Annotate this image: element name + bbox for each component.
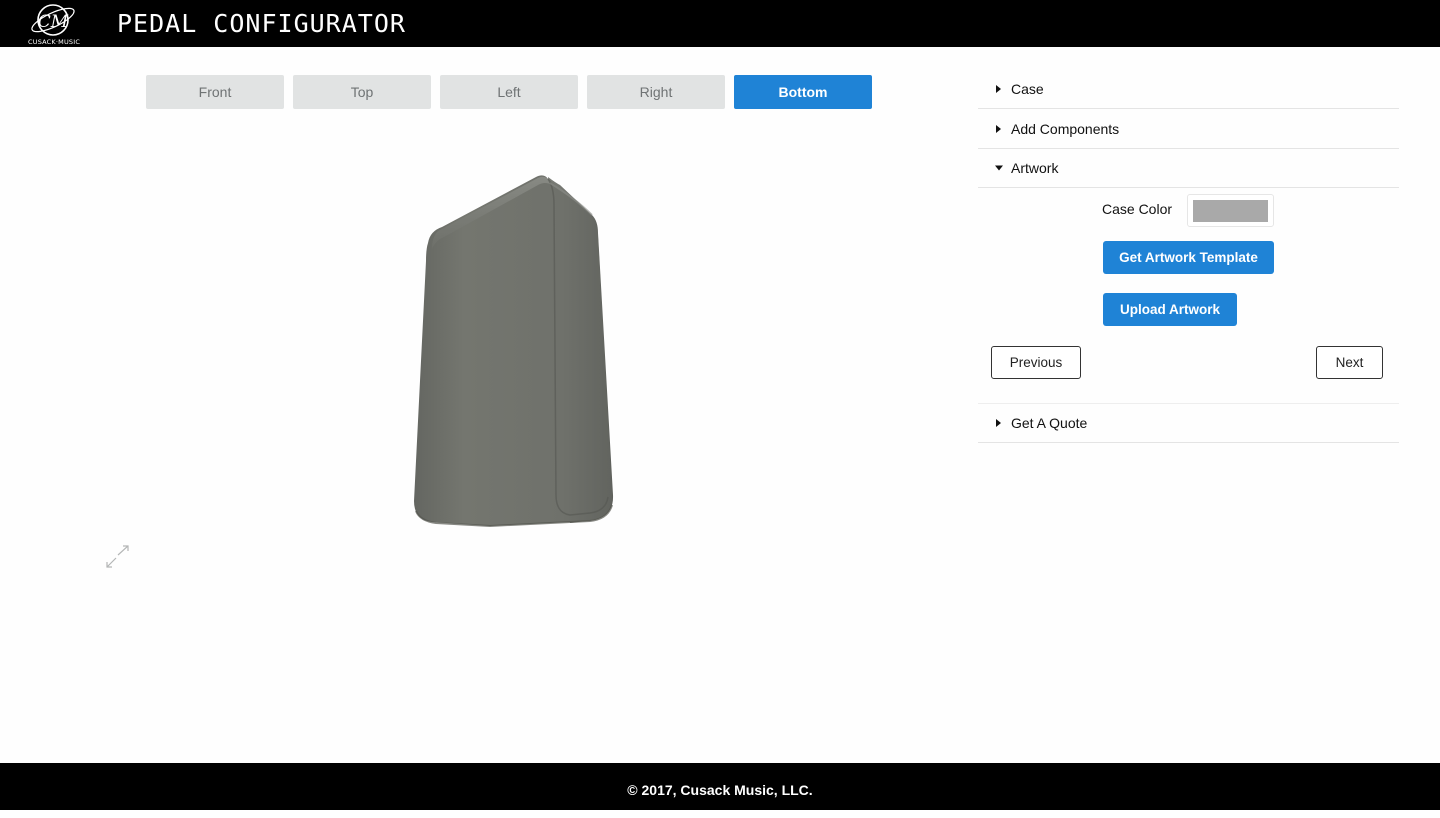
logo-emblem-icon: CM — [31, 4, 75, 36]
cusack-music-logo[interactable]: CM CUSACK·MUSIC — [28, 0, 81, 47]
app-header: CM CUSACK·MUSIC PEDAL CONFIGURATOR — [0, 0, 1440, 47]
next-button[interactable]: Next — [1316, 346, 1383, 379]
caret-right-icon — [996, 124, 1001, 133]
view-button-front[interactable]: Front — [146, 75, 284, 109]
case-color-swatch — [1193, 200, 1268, 222]
accordion-case[interactable]: Case — [978, 70, 1399, 109]
caret-right-icon — [996, 85, 1001, 93]
view-button-bottom[interactable]: Bottom — [734, 75, 872, 109]
get-artwork-template-button[interactable]: Get Artwork Template — [1103, 241, 1274, 274]
svg-text:CM: CM — [38, 12, 69, 32]
view-button-top[interactable]: Top — [293, 75, 431, 109]
accordion-artwork[interactable]: Artwork — [978, 149, 1399, 188]
pedal-3d-viewer[interactable] — [380, 165, 640, 545]
accordion-get-a-quote-label: Get A Quote — [1011, 415, 1088, 431]
case-color-label: Case Color — [1102, 201, 1173, 217]
caret-right-icon — [996, 419, 1001, 427]
accordion-artwork-label: Artwork — [1011, 160, 1059, 176]
fullscreen-icon[interactable] — [104, 543, 132, 571]
upload-artwork-button[interactable]: Upload Artwork — [1103, 293, 1237, 326]
accordion-add-components[interactable]: Add Components — [978, 109, 1399, 149]
page-footer: © 2017, Cusack Music, LLC. — [0, 763, 1440, 810]
caret-down-icon — [995, 165, 1003, 171]
case-color-picker[interactable] — [1187, 194, 1274, 227]
pedal-enclosure-model — [414, 175, 614, 528]
page-title: PEDAL CONFIGURATOR — [117, 9, 406, 38]
accordion-get-a-quote[interactable]: Get A Quote — [978, 403, 1399, 443]
previous-button[interactable]: Previous — [991, 346, 1081, 379]
accordion-case-label: Case — [1011, 81, 1044, 97]
view-button-left[interactable]: Left — [440, 75, 578, 109]
view-button-right[interactable]: Right — [587, 75, 725, 109]
logo-wordmark: CUSACK·MUSIC — [28, 38, 81, 46]
accordion-add-components-label: Add Components — [1011, 120, 1120, 137]
